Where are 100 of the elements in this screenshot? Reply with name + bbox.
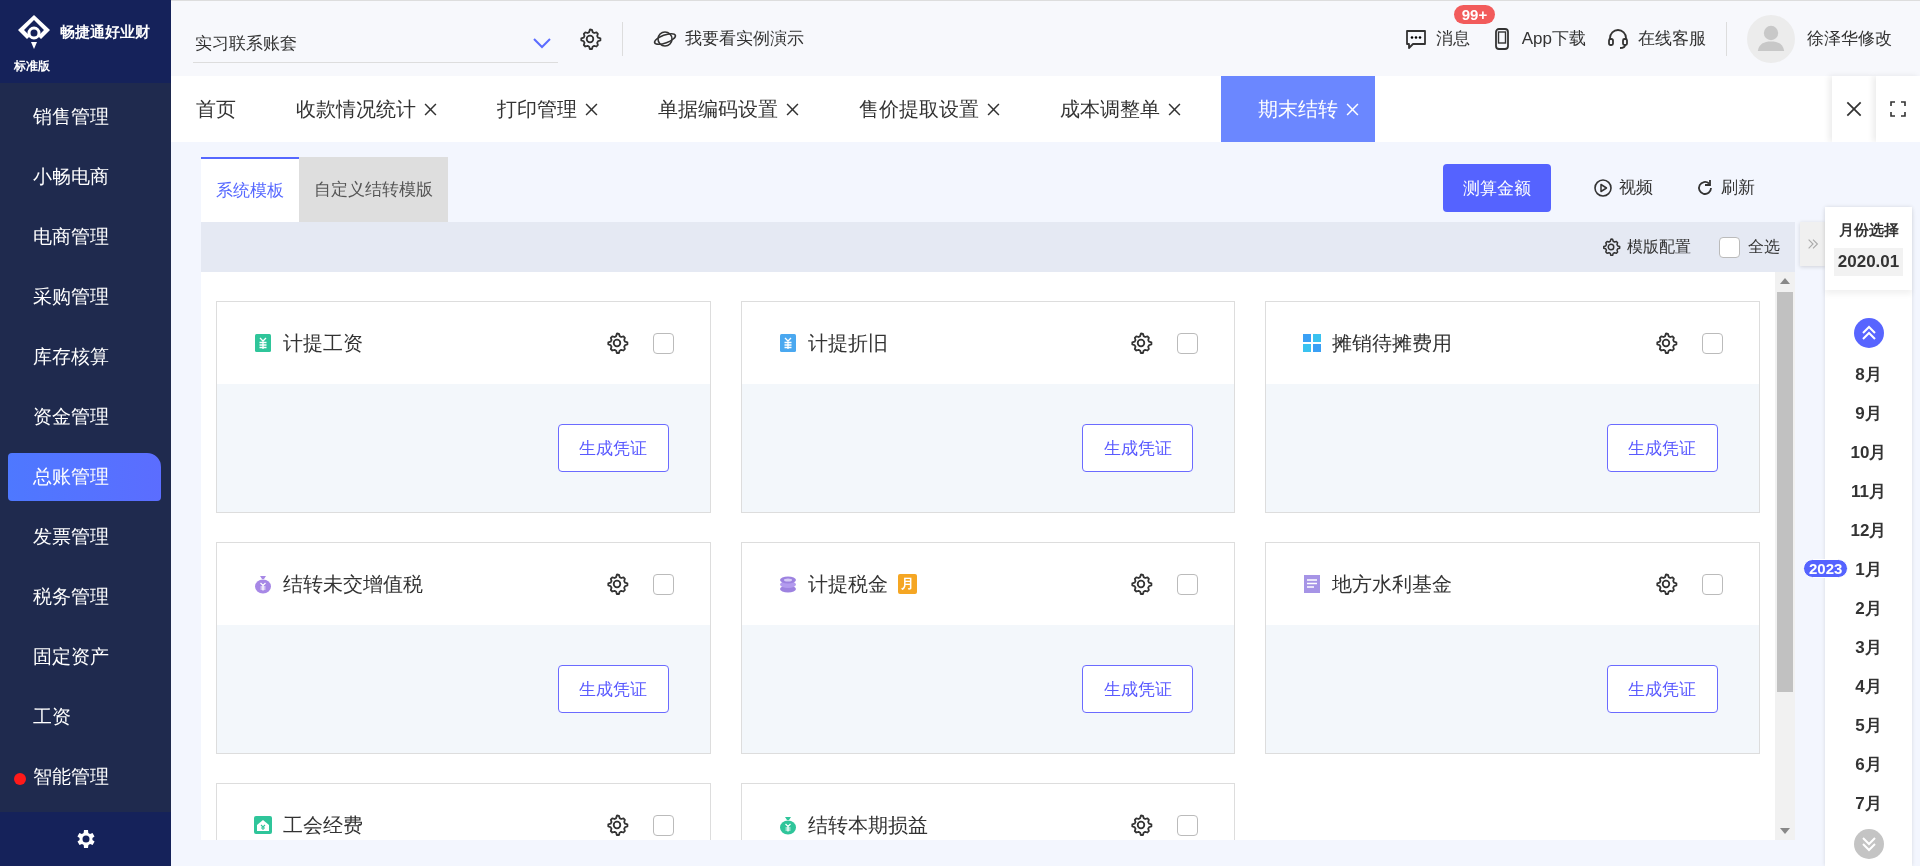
settings-icon[interactable] (1129, 813, 1154, 837)
sidebar-item[interactable]: 总账管理 (8, 453, 161, 501)
card-checkbox[interactable] (1177, 814, 1199, 836)
current-period: 2020.01 (1833, 248, 1904, 276)
generate-voucher-button[interactable]: 生成凭证 (1082, 665, 1194, 713)
card-checkbox[interactable] (1702, 573, 1723, 595)
month-item[interactable]: 7月 (1855, 792, 1882, 815)
tab[interactable]: 售价提取设置 (819, 76, 1020, 142)
app-download-link[interactable]: App下载 (1489, 26, 1586, 51)
settings-icon[interactable] (604, 572, 629, 596)
card-title: 计提折旧 (807, 330, 888, 356)
generate-voucher-button[interactable]: 生成凭证 (1082, 424, 1194, 472)
money-bag-icon (777, 815, 798, 835)
month-item[interactable]: 4月 (1855, 675, 1882, 698)
sidebar-item[interactable]: 电商管理 (0, 207, 163, 267)
close-icon (1846, 101, 1862, 117)
generate-voucher-button[interactable]: 生成凭证 (557, 665, 669, 713)
generate-voucher-button[interactable]: 生成凭证 (1607, 424, 1718, 472)
tab[interactable]: 首页 (171, 76, 256, 142)
count-badge: 99+ (1453, 4, 1496, 24)
list-icon (1302, 574, 1323, 594)
sidebar-item[interactable]: 工资 (0, 687, 163, 747)
scrollbar[interactable] (1775, 272, 1795, 840)
play-icon (1593, 177, 1613, 198)
sidebar-item[interactable]: 小畅电商 (0, 147, 163, 207)
month-item[interactable]: 6月 (1855, 753, 1882, 776)
close-icon[interactable] (424, 102, 437, 116)
generate-voucher-button[interactable]: 生成凭证 (557, 424, 669, 472)
card-title: 结转未交增值税 (283, 571, 423, 597)
card-title: 地方水利基金 (1332, 571, 1453, 597)
brand-name: 畅捷通好业财 (60, 22, 150, 42)
messages-link[interactable]: 消息 (1403, 26, 1470, 51)
fullscreen-icon (1890, 101, 1906, 117)
template-config-link[interactable]: 模版配置 (1601, 236, 1691, 258)
tab[interactable]: 单据编码设置 (618, 76, 819, 142)
month-item[interactable]: 2月 (1855, 597, 1882, 620)
card-title: 工会经费 (283, 812, 363, 838)
close-icon[interactable] (585, 102, 598, 116)
account-select[interactable]: 实习联系账套 (193, 24, 558, 63)
settings-icon[interactable] (1654, 572, 1678, 596)
sidebar-item[interactable]: 固定资产 (0, 627, 163, 687)
sidebar-item[interactable]: 发票管理 (0, 507, 163, 567)
tab[interactable]: 收款情况统计 (256, 76, 457, 142)
tab[interactable]: 系统模板 (201, 157, 299, 222)
generate-voucher-button[interactable]: 生成凭证 (1607, 665, 1718, 713)
close-icon[interactable] (1168, 102, 1181, 116)
card-checkbox[interactable] (1702, 332, 1723, 354)
refresh-link[interactable]: 刷新 (1695, 176, 1755, 199)
tab[interactable]: 成本调整单 (1020, 76, 1201, 142)
fullscreen-button[interactable] (1876, 76, 1920, 142)
sidebar-item[interactable]: 库存核算 (0, 327, 163, 387)
close-all-button[interactable] (1832, 76, 1876, 142)
settings-icon[interactable] (604, 331, 629, 355)
scroll-up-icon[interactable] (1853, 318, 1884, 348)
close-icon[interactable] (786, 102, 799, 116)
settings-icon[interactable] (1129, 572, 1154, 596)
card-title: 计提工资 (283, 330, 363, 356)
video-link[interactable]: 视频 (1593, 176, 1653, 199)
card-checkbox[interactable] (652, 332, 674, 354)
month-item[interactable]: 11月 (1851, 480, 1886, 503)
month-item[interactable]: 5月 (1855, 714, 1882, 737)
support-link[interactable]: 在线客服 (1606, 26, 1706, 51)
settings-icon[interactable] (1654, 331, 1678, 355)
month-item[interactable]: 3月 (1855, 636, 1882, 659)
chevron-down-icon (532, 37, 552, 49)
period-tag: 月 (897, 574, 917, 594)
month-item[interactable]: 1月 (1855, 558, 1882, 581)
receipt-icon (777, 333, 798, 353)
card-title: 摊销待摊费用 (1332, 330, 1453, 356)
tab[interactable]: 打印管理 (457, 76, 618, 142)
close-icon[interactable] (987, 102, 1000, 116)
sidebar-item[interactable]: 采购管理 (0, 267, 163, 327)
panel-title: 月份选择 (1838, 221, 1899, 240)
sidebar-item[interactable]: 智能管理 (0, 747, 163, 807)
month-item[interactable]: 8月 (1855, 363, 1882, 386)
month-item[interactable]: 10月 (1850, 441, 1887, 464)
calculate-button[interactable]: 测算金额 (1443, 164, 1551, 212)
sidebar-item[interactable]: 资金管理 (0, 387, 163, 447)
month-item[interactable]: 9月 (1855, 402, 1882, 425)
sidebar-item[interactable]: 销售管理 (0, 87, 163, 147)
year-badge: 2023 (1803, 559, 1849, 578)
settings-icon[interactable] (578, 26, 602, 51)
edition-label: 标准版 (14, 58, 50, 75)
sidebar-item[interactable]: 税务管理 (0, 567, 163, 627)
tab[interactable]: 自定义结转模版 (299, 157, 448, 222)
card-checkbox[interactable] (1177, 332, 1199, 354)
month-item[interactable]: 12月 (1850, 519, 1887, 542)
headset-icon (1606, 26, 1630, 51)
card-title: 结转本期损益 (807, 812, 928, 838)
settings-icon[interactable] (1129, 331, 1154, 355)
user-name[interactable]: 徐泽华修改 (1807, 27, 1892, 50)
settings-icon[interactable] (604, 813, 629, 837)
card-checkbox[interactable] (652, 814, 674, 836)
card-checkbox[interactable] (652, 573, 674, 595)
card-checkbox[interactable] (1177, 573, 1199, 595)
card-title: 计提税金 (807, 571, 888, 597)
receipt-icon (253, 333, 273, 353)
house-icon (253, 815, 273, 835)
select-all-checkbox[interactable]: 全选 (1719, 236, 1780, 258)
demo-link[interactable]: 我要看实例演示 (653, 26, 804, 51)
